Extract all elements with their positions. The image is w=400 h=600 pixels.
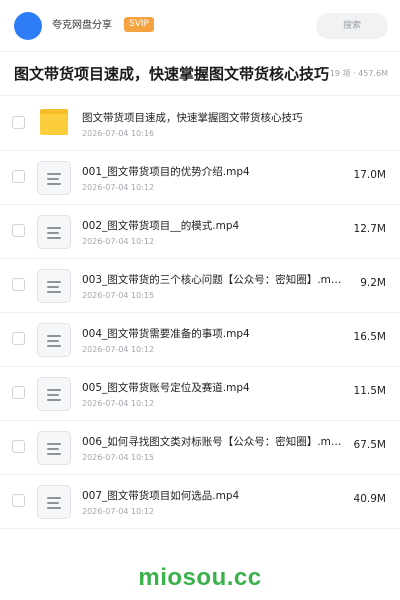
- file-size: 67.5M: [353, 439, 386, 451]
- file-name[interactable]: 005_图文带货账号定位及赛道.mp4: [82, 381, 344, 395]
- folder-icon: [40, 109, 68, 135]
- select-checkbox[interactable]: [12, 386, 25, 399]
- document-icon: [37, 161, 71, 195]
- document-icon: [37, 377, 71, 411]
- file-date: 2026-07-04 10:12: [82, 507, 155, 516]
- file-date: 2026-07-04 10:16: [82, 129, 155, 138]
- document-icon: [37, 269, 71, 303]
- page-title: 图文带货项目速成，快速掌握图文带货核心技巧: [14, 64, 332, 84]
- document-icon: [37, 215, 71, 249]
- select-checkbox[interactable]: [12, 224, 25, 237]
- file-date: 2026-07-04 10:12: [82, 399, 155, 408]
- select-checkbox[interactable]: [12, 170, 25, 183]
- file-name[interactable]: 004_图文带货需要准备的事项.mp4: [82, 327, 344, 341]
- file-date: 2026-07-04 10:15: [82, 453, 155, 462]
- share-header: 图文带货项目速成，快速掌握图文带货核心技巧 19 项 · 457.6M: [0, 52, 400, 96]
- file-row[interactable]: 007_图文带货项目如何选品.mp4 2026-07-04 10:12 40.9M: [0, 475, 400, 529]
- svip-badge: SVIP: [124, 17, 154, 32]
- file-row[interactable]: 002_图文带货项目__的模式.mp4 2026-07-04 10:12 12.7M: [0, 205, 400, 259]
- file-name[interactable]: 002_图文带货项目__的模式.mp4: [82, 219, 344, 233]
- document-icon: [37, 431, 71, 465]
- select-checkbox[interactable]: [12, 332, 25, 345]
- file-date: 2026-07-04 10:15: [82, 291, 155, 300]
- file-size: 17.0M: [353, 169, 386, 181]
- share-stats: 19 项 · 457.6M: [329, 69, 388, 78]
- select-checkbox[interactable]: [12, 440, 25, 453]
- document-icon: [37, 323, 71, 357]
- select-checkbox[interactable]: [12, 116, 25, 129]
- file-date: 2026-07-04 10:12: [82, 345, 155, 354]
- file-name[interactable]: 006_如何寻找图文类对标账号【公众号：密知圈】.mp4: [82, 435, 344, 449]
- file-row[interactable]: 001_图文带货项目的优势介绍.mp4 2026-07-04 10:12 17.0M: [0, 151, 400, 205]
- owner-name: 夸克网盘分享: [52, 20, 112, 31]
- search-input[interactable]: 搜索: [316, 13, 388, 39]
- file-date: 2026-07-04 10:12: [82, 237, 155, 246]
- file-name[interactable]: 图文带货项目速成，快速掌握图文带货核心技巧: [82, 111, 344, 125]
- select-checkbox[interactable]: [12, 278, 25, 291]
- file-name[interactable]: 007_图文带货项目如何选品.mp4: [82, 489, 344, 503]
- file-row[interactable]: 005_图文带货账号定位及赛道.mp4 2026-07-04 10:12 11.5M: [0, 367, 400, 421]
- file-list: 图文带货项目速成，快速掌握图文带货核心技巧 2026-07-04 10:16 001…: [0, 97, 400, 529]
- file-name[interactable]: 001_图文带货项目的优势介绍.mp4: [82, 165, 344, 179]
- file-row[interactable]: 006_如何寻找图文类对标账号【公众号：密知圈】.mp4 2026-07-04 1…: [0, 421, 400, 475]
- file-size: 9.2M: [360, 277, 386, 289]
- file-size: 16.5M: [353, 331, 386, 343]
- file-size: 40.9M: [353, 493, 386, 505]
- top-bar: 夸克网盘分享 SVIP 搜索: [0, 0, 400, 52]
- avatar[interactable]: [14, 12, 42, 40]
- file-row[interactable]: 004_图文带货需要准备的事项.mp4 2026-07-04 10:12 16.5M: [0, 313, 400, 367]
- file-size: 12.7M: [353, 223, 386, 235]
- file-size: 11.5M: [353, 385, 386, 397]
- file-name[interactable]: 003_图文带货的三个核心问题【公众号：密知圈】.mp4: [82, 273, 344, 287]
- folder-row[interactable]: 图文带货项目速成，快速掌握图文带货核心技巧 2026-07-04 10:16: [0, 97, 400, 151]
- select-checkbox[interactable]: [12, 494, 25, 507]
- file-row[interactable]: 003_图文带货的三个核心问题【公众号：密知圈】.mp4 2026-07-04 1…: [0, 259, 400, 313]
- watermark-text: miosou.cc: [138, 564, 262, 591]
- file-date: 2026-07-04 10:12: [82, 183, 155, 192]
- document-icon: [37, 485, 71, 519]
